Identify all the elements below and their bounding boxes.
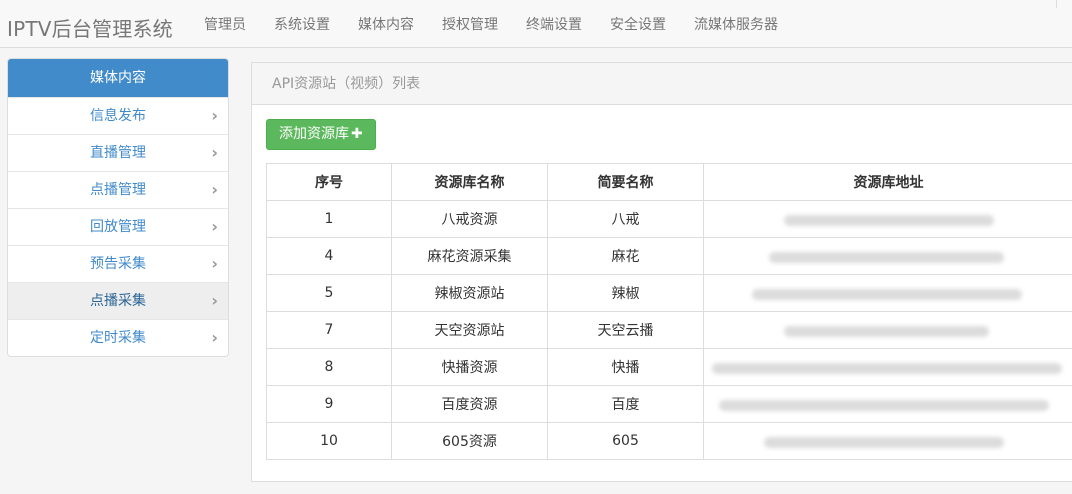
table-row[interactable]: 1 八戒资源 八戒 <box>266 200 1072 238</box>
chevron-right-icon: › <box>211 328 218 347</box>
content-panel: API资源站（视频）列表 添加资源库 ✚ 序号 资源库名称 简要名称 资源库地址 … <box>251 62 1072 482</box>
cell-index: 9 <box>266 385 392 423</box>
nav-item-streaming-server[interactable]: 流媒体服务器 <box>680 0 792 48</box>
sidebar-item-label: 直播管理 <box>90 145 146 161</box>
cell-name: 麻花资源采集 <box>391 237 548 275</box>
top-navbar: IPTV后台管理系统 管理员 系统设置 媒体内容 授权管理 终端设置 安全设置 … <box>0 0 1072 48</box>
cell-index: 7 <box>266 311 392 349</box>
cell-url-redacted <box>703 385 1072 423</box>
sidebar-header: 媒体内容 <box>8 59 228 97</box>
cell-short-name: 八戒 <box>547 200 704 238</box>
cell-name: 百度资源 <box>391 385 548 423</box>
nav-item-security-settings[interactable]: 安全设置 <box>596 0 680 48</box>
add-resource-button[interactable]: 添加资源库 ✚ <box>266 119 376 150</box>
cell-name: 辣椒资源站 <box>391 274 548 312</box>
chevron-right-icon: › <box>211 217 218 236</box>
cell-short-name: 天空云播 <box>547 311 704 349</box>
sidebar-item-live[interactable]: 直播管理 › <box>8 134 228 171</box>
sidebar-item-label: 点播管理 <box>90 182 146 198</box>
chevron-right-icon: › <box>211 106 218 125</box>
cell-url-redacted <box>703 422 1072 460</box>
nav-item-admin[interactable]: 管理员 <box>190 0 260 48</box>
table-row[interactable]: 7 天空资源站 天空云播 <box>266 311 1072 349</box>
table-row[interactable]: 4 麻花资源采集 麻花 <box>266 237 1072 275</box>
add-resource-label: 添加资源库 <box>279 126 349 142</box>
redaction-blur <box>784 326 989 337</box>
cell-name: 605资源 <box>391 422 548 460</box>
col-header-name: 资源库名称 <box>391 163 548 201</box>
cell-index: 5 <box>266 274 392 312</box>
nav-item-terminal-settings[interactable]: 终端设置 <box>512 0 596 48</box>
cell-index: 8 <box>266 348 392 386</box>
sidebar-item-label: 点播采集 <box>90 293 146 309</box>
table-row[interactable]: 10 605资源 605 <box>266 422 1072 460</box>
sidebar-item-playback[interactable]: 回放管理 › <box>8 208 228 245</box>
plus-icon: ✚ <box>351 126 363 142</box>
resource-table: 序号 资源库名称 简要名称 资源库地址 1 八戒资源 八戒 4 麻花资源采集 麻… <box>266 163 1072 460</box>
cell-url-redacted <box>703 237 1072 275</box>
cell-short-name: 百度 <box>547 385 704 423</box>
redaction-blur <box>752 289 1022 300</box>
sidebar-item-info-publish[interactable]: 信息发布 › <box>8 97 228 134</box>
redaction-blur <box>764 437 1004 448</box>
chevron-right-icon: › <box>211 291 218 310</box>
nav-item-media-content[interactable]: 媒体内容 <box>344 0 428 48</box>
table-row[interactable]: 9 百度资源 百度 <box>266 385 1072 423</box>
sidebar-item-label: 回放管理 <box>90 219 146 235</box>
cell-url-redacted <box>703 348 1072 386</box>
chevron-right-icon: › <box>211 143 218 162</box>
sidebar-item-scheduled-collect[interactable]: 定时采集 › <box>8 319 228 356</box>
sidebar-item-label: 预告采集 <box>90 256 146 272</box>
cell-short-name: 辣椒 <box>547 274 704 312</box>
cell-name: 八戒资源 <box>391 200 548 238</box>
sidebar-item-vod[interactable]: 点播管理 › <box>8 171 228 208</box>
app-title[interactable]: IPTV后台管理系统 <box>7 13 173 42</box>
redaction-blur <box>719 400 1049 411</box>
table-row[interactable]: 5 辣椒资源站 辣椒 <box>266 274 1072 312</box>
cell-url-redacted <box>703 311 1072 349</box>
col-header-short-name: 简要名称 <box>547 163 704 201</box>
redaction-blur <box>712 363 1062 374</box>
cell-short-name: 快播 <box>547 348 704 386</box>
sidebar-item-label: 信息发布 <box>90 108 146 124</box>
cell-index: 1 <box>266 200 392 238</box>
redaction-blur <box>769 252 1004 263</box>
navbar-divider <box>1056 0 1057 8</box>
table-row[interactable]: 8 快播资源 快播 <box>266 348 1072 386</box>
cell-index: 10 <box>266 422 392 460</box>
main-nav: 管理员 系统设置 媒体内容 授权管理 终端设置 安全设置 流媒体服务器 <box>190 0 792 48</box>
sidebar-item-vod-collect[interactable]: 点播采集 › <box>8 282 228 319</box>
chevron-right-icon: › <box>211 180 218 199</box>
nav-item-license[interactable]: 授权管理 <box>428 0 512 48</box>
cell-url-redacted <box>703 274 1072 312</box>
cell-name: 天空资源站 <box>391 311 548 349</box>
nav-item-system-settings[interactable]: 系统设置 <box>260 0 344 48</box>
panel-title: API资源站（视频）列表 <box>252 63 1072 105</box>
cell-short-name: 麻花 <box>547 237 704 275</box>
sidebar-item-preview-collect[interactable]: 预告采集 › <box>8 245 228 282</box>
col-header-index: 序号 <box>266 163 392 201</box>
sidebar: 媒体内容 信息发布 › 直播管理 › 点播管理 › 回放管理 › 预告采集 › 点播采集 ›… <box>7 58 229 357</box>
cell-short-name: 605 <box>547 422 704 460</box>
cell-url-redacted <box>703 200 1072 238</box>
table-header-row: 序号 资源库名称 简要名称 资源库地址 <box>266 163 1072 201</box>
col-header-url: 资源库地址 <box>703 163 1072 201</box>
cell-name: 快播资源 <box>391 348 548 386</box>
redaction-blur <box>784 215 994 226</box>
sidebar-item-label: 定时采集 <box>90 330 146 346</box>
chevron-right-icon: › <box>211 254 218 273</box>
cell-index: 4 <box>266 237 392 275</box>
